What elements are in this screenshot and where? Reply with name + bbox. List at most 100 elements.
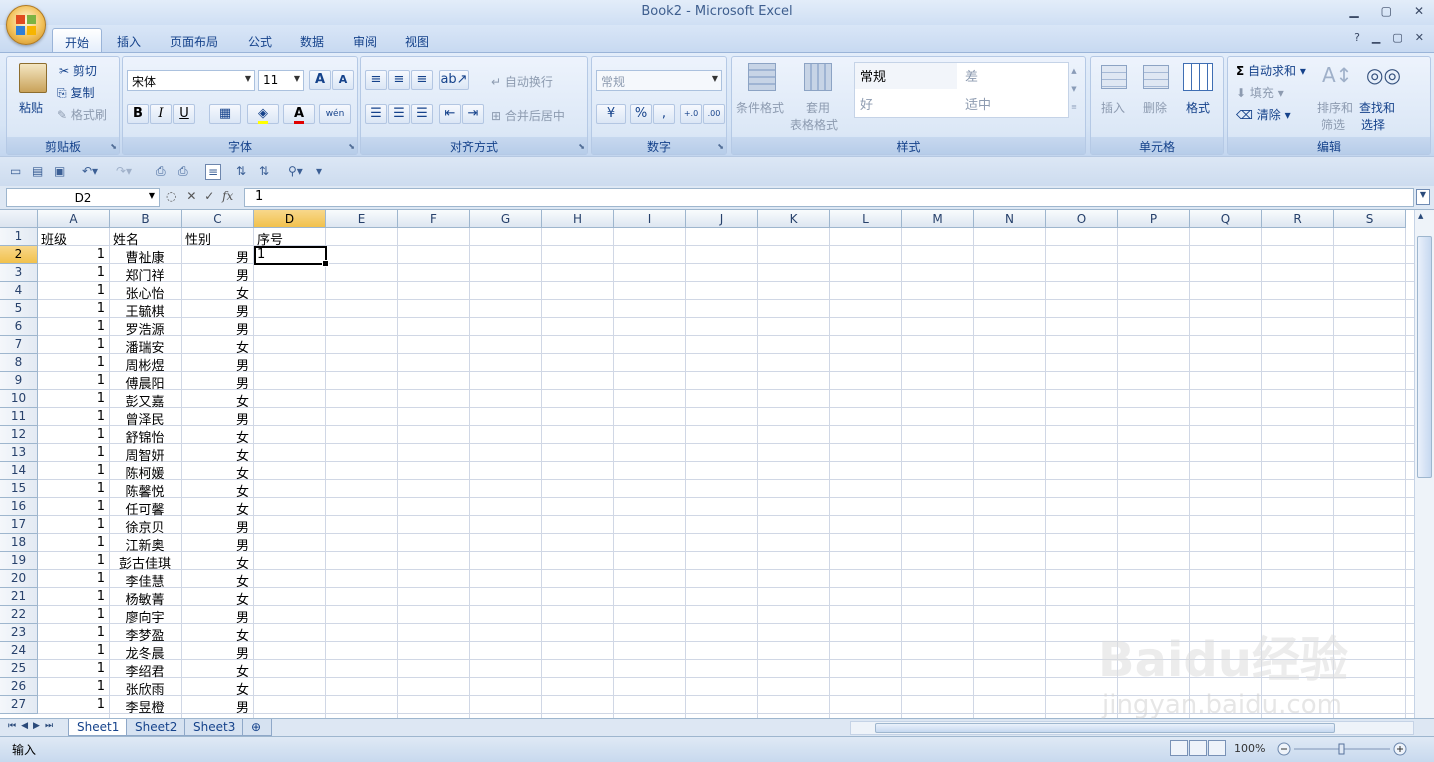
cell-a13[interactable]: 1 (41, 444, 105, 462)
row-header-20[interactable]: 20 (0, 570, 38, 588)
column-header-b[interactable]: B (110, 210, 182, 228)
row-header-8[interactable]: 8 (0, 354, 38, 372)
find-select-label-1[interactable]: 查找和 (1359, 99, 1395, 116)
align-left-button[interactable]: ☰ (365, 104, 387, 124)
autosum-button[interactable]: Σ 自动求和 ▾ (1236, 62, 1306, 79)
column-header-l[interactable]: L (830, 210, 902, 228)
column-header-g[interactable]: G (470, 210, 542, 228)
percent-button[interactable]: % (630, 104, 652, 124)
column-header-j[interactable]: J (686, 210, 758, 228)
center-align-icon[interactable]: ≡ (205, 164, 222, 180)
cell-c24[interactable]: 男 (185, 642, 249, 662)
merge-center-button[interactable]: ⊞ 合并后居中 (491, 107, 565, 124)
row-header-16[interactable]: 16 (0, 498, 38, 516)
conditional-format-button[interactable]: 条件格式 (736, 99, 784, 116)
cell-c19[interactable]: 女 (185, 552, 249, 572)
minimize-icon[interactable]: ▁ (1349, 4, 1358, 18)
align-top-button[interactable]: ≡ (365, 70, 387, 90)
cell-c20[interactable]: 女 (185, 570, 249, 590)
cell-c1[interactable]: 性别 (185, 228, 249, 248)
formula-input[interactable]: 1 (244, 188, 1414, 207)
qat-more-icon[interactable]: ▾ (316, 164, 322, 178)
cell-c13[interactable]: 女 (185, 444, 249, 464)
table-format-label-1[interactable]: 套用 (806, 99, 830, 116)
cell-a1[interactable]: 班级 (41, 228, 105, 248)
cell-a9[interactable]: 1 (41, 372, 105, 390)
column-header-s[interactable]: S (1334, 210, 1406, 228)
align-middle-button[interactable]: ≡ (388, 70, 410, 90)
column-header-c[interactable]: C (182, 210, 254, 228)
column-header-o[interactable]: O (1046, 210, 1118, 228)
cell-b6[interactable]: 罗浩源 (113, 318, 177, 338)
style-bad[interactable]: 差 (959, 63, 1067, 89)
cell-b18[interactable]: 江新奥 (113, 534, 177, 554)
decrease-decimal-button[interactable]: .00 (703, 104, 725, 124)
cell-b8[interactable]: 周彬煜 (113, 354, 177, 374)
new-file-icon[interactable]: ▭ (10, 164, 21, 178)
cell-a17[interactable]: 1 (41, 516, 105, 534)
tab-home[interactable]: 开始 (52, 28, 103, 53)
align-center-button[interactable]: ☰ (388, 104, 410, 124)
cell-c9[interactable]: 男 (185, 372, 249, 392)
cell-c15[interactable]: 女 (185, 480, 249, 500)
prev-sheet-icon[interactable]: ◀ (21, 721, 33, 731)
gallery-scroll[interactable]: ▲ ▼ ≡ (1068, 62, 1080, 118)
sheet-tab-2[interactable]: Sheet2 (126, 719, 187, 736)
column-header-m[interactable]: M (902, 210, 974, 228)
row-header-21[interactable]: 21 (0, 588, 38, 606)
cell-a4[interactable]: 1 (41, 282, 105, 300)
page-break-view-icon[interactable] (1208, 740, 1226, 756)
cell-b27[interactable]: 李昱橙 (113, 696, 177, 716)
column-header-e[interactable]: E (326, 210, 398, 228)
sort-filter-label-2[interactable]: 筛选 (1321, 116, 1345, 133)
save-icon[interactable]: ▣ (54, 164, 65, 178)
tab-data[interactable]: 数据 (288, 28, 336, 53)
cell-c17[interactable]: 男 (185, 516, 249, 536)
cell-a23[interactable]: 1 (41, 624, 105, 642)
grow-font-button[interactable]: A (309, 70, 331, 90)
cell-b26[interactable]: 张欣雨 (113, 678, 177, 698)
font-color-button[interactable]: A (283, 104, 315, 124)
increase-decimal-button[interactable]: +.0 (680, 104, 702, 124)
cell-b7[interactable]: 潘瑞安 (113, 336, 177, 356)
open-folder-icon[interactable]: ▤ (32, 164, 43, 178)
cell-a26[interactable]: 1 (41, 678, 105, 696)
row-header-18[interactable]: 18 (0, 534, 38, 552)
cell-c3[interactable]: 男 (185, 264, 249, 284)
column-header-h[interactable]: H (542, 210, 614, 228)
sheet-tab-1[interactable]: Sheet1 (68, 719, 129, 736)
name-box[interactable]: D2 ▼ (6, 188, 160, 207)
cell-b11[interactable]: 曾泽民 (113, 408, 177, 428)
page-layout-view-icon[interactable] (1189, 740, 1207, 756)
column-header-d[interactable]: D (254, 210, 326, 228)
customize-icon[interactable]: ⚲▾ (288, 164, 303, 178)
undo-icon[interactable]: ↶▾ (82, 164, 98, 178)
table-format-icon[interactable] (804, 63, 832, 91)
column-header-q[interactable]: Q (1190, 210, 1262, 228)
delete-button[interactable]: 删除 (1143, 99, 1167, 116)
row-header-2[interactable]: 2 (0, 246, 38, 264)
fill-color-button[interactable]: ◈ (247, 104, 279, 124)
cell-c2[interactable]: 男 (185, 246, 249, 266)
column-header-n[interactable]: N (974, 210, 1046, 228)
row-header-24[interactable]: 24 (0, 642, 38, 660)
cell-b14[interactable]: 陈柯媛 (113, 462, 177, 482)
row-header-5[interactable]: 5 (0, 300, 38, 318)
delete-cells-icon[interactable] (1143, 65, 1169, 89)
cell-b3[interactable]: 郑门祥 (113, 264, 177, 284)
table-format-label-2[interactable]: 表格格式 (790, 116, 838, 133)
sheet-tab-3[interactable]: Sheet3 (184, 719, 245, 736)
column-header-p[interactable]: P (1118, 210, 1190, 228)
cell-a7[interactable]: 1 (41, 336, 105, 354)
row-header-7[interactable]: 7 (0, 336, 38, 354)
cell-a21[interactable]: 1 (41, 588, 105, 606)
tab-review[interactable]: 审阅 (341, 28, 389, 53)
sort-ascending-icon[interactable]: ⇅ (236, 164, 246, 178)
clear-button[interactable]: ⌫ 清除 ▾ (1236, 106, 1291, 123)
sort-descending-icon[interactable]: ⇅ (259, 164, 269, 178)
cell-a6[interactable]: 1 (41, 318, 105, 336)
cell-a20[interactable]: 1 (41, 570, 105, 588)
cell-b22[interactable]: 廖向宇 (113, 606, 177, 626)
style-normal[interactable]: 常规 (855, 63, 957, 89)
doc-minimize-icon[interactable]: ▁ (1372, 31, 1380, 44)
